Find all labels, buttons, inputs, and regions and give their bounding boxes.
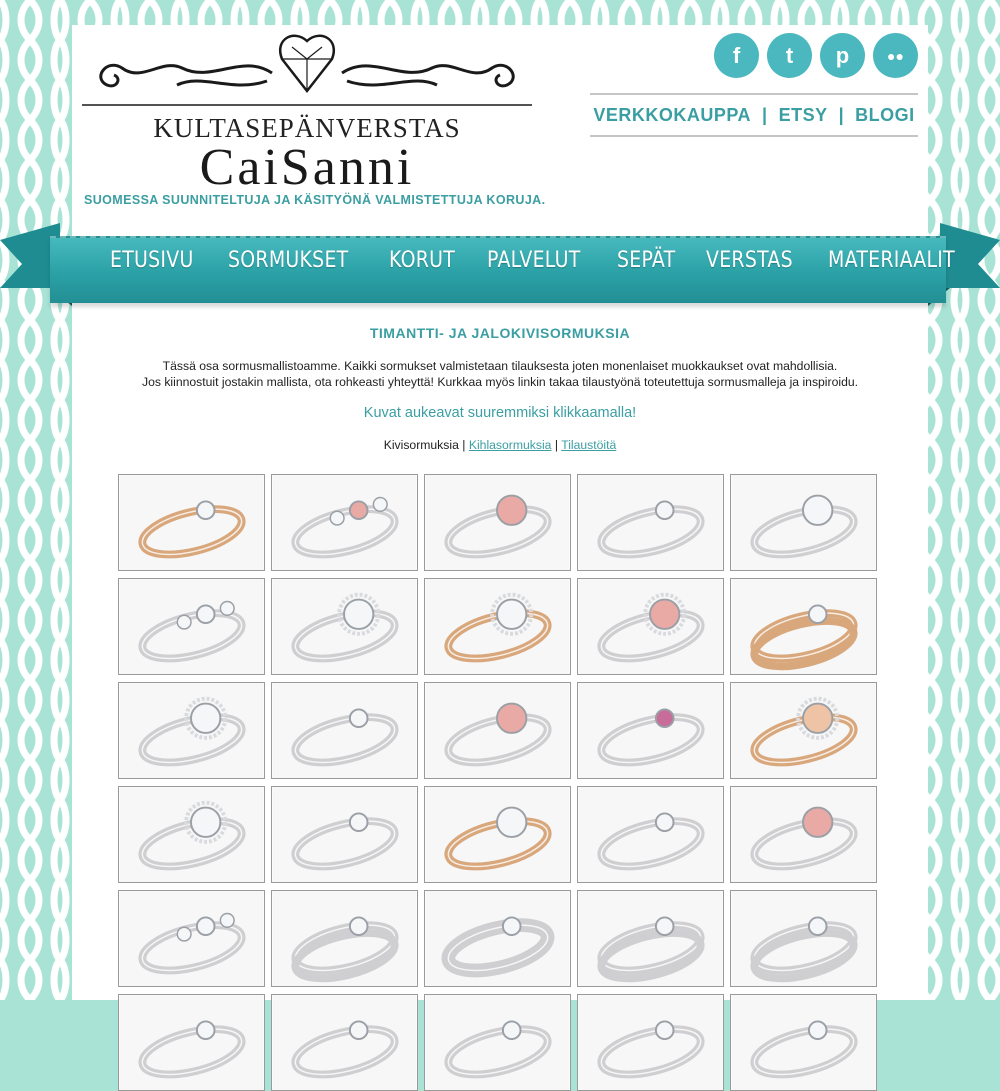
ring-thumbnail[interactable]	[118, 890, 265, 987]
ring-image	[272, 891, 417, 986]
ring-gallery	[118, 474, 883, 1091]
ring-thumbnail[interactable]	[577, 682, 724, 779]
facebook-icon[interactable]: f	[714, 33, 759, 78]
nav-korut[interactable]: KORUT	[389, 248, 455, 273]
page-title: TIMANTTI- JA JALOKIVISORMUKSIA	[369, 325, 631, 341]
ring-thumbnail[interactable]	[577, 578, 724, 675]
click-hint: Kuvat aukeavat suuremmiksi klikkaamalla!	[363, 405, 637, 421]
ring-thumbnail[interactable]	[424, 994, 571, 1091]
ring-image	[578, 579, 723, 674]
ring-thumbnail[interactable]	[118, 786, 265, 883]
pinterest-icon[interactable]: p	[820, 33, 865, 78]
shop-link[interactable]: VERKKOKAUPPA	[593, 105, 751, 126]
blog-link[interactable]: BLOGI	[855, 105, 915, 126]
ring-image	[425, 787, 570, 882]
ring-image	[731, 995, 876, 1090]
filter-engagement-link[interactable]: Kihlasormuksia	[469, 438, 552, 452]
ring-thumbnail[interactable]	[730, 474, 877, 571]
nav-sepat[interactable]: SEPÄT	[617, 248, 675, 273]
ring-thumbnail[interactable]	[271, 474, 418, 571]
ring-image	[425, 995, 570, 1090]
ring-image	[731, 683, 876, 778]
ring-thumbnail[interactable]	[730, 682, 877, 779]
ring-thumbnail[interactable]	[730, 994, 877, 1091]
ring-thumbnail[interactable]	[577, 994, 724, 1091]
ring-thumbnail[interactable]	[577, 474, 724, 571]
nav-verstas[interactable]: VERSTAS	[706, 248, 793, 273]
ring-image	[731, 891, 876, 986]
ring-thumbnail[interactable]	[424, 682, 571, 779]
ring-thumbnail[interactable]	[424, 786, 571, 883]
social-links: f t p ●●	[714, 33, 918, 78]
ring-image	[731, 579, 876, 674]
ring-image	[119, 995, 264, 1090]
main-nav: ETUSIVU SORMUKSET KORUT PALVELUT SEPÄT V…	[110, 248, 997, 273]
ring-image	[578, 787, 723, 882]
ring-image	[425, 475, 570, 570]
ring-thumbnail[interactable]	[271, 682, 418, 779]
separator: |	[462, 438, 466, 452]
separator: |	[554, 438, 559, 452]
ring-thumbnail[interactable]	[271, 578, 418, 675]
ring-thumbnail[interactable]	[424, 890, 571, 987]
ring-image	[425, 683, 570, 778]
ring-image	[272, 579, 417, 674]
ring-image	[272, 787, 417, 882]
ring-thumbnail[interactable]	[271, 890, 418, 987]
nav-etusivu[interactable]: ETUSIVU	[110, 248, 194, 273]
ring-thumbnail[interactable]	[271, 994, 418, 1091]
twitter-icon[interactable]: t	[767, 33, 812, 78]
intro-line: Jos kiinnostuit jostakin mallista, ota r…	[141, 375, 859, 389]
etsy-link[interactable]: ETSY	[779, 105, 828, 126]
nav-palvelut[interactable]: PALVELUT	[487, 248, 581, 273]
top-links: VERKKOKAUPPA | ETSY | BLOGI	[590, 93, 918, 137]
ring-image	[425, 891, 570, 986]
ring-thumbnail[interactable]	[118, 682, 265, 779]
ring-image	[119, 579, 264, 674]
nav-ribbon: ETUSIVU SORMUKSET KORUT PALVELUT SEPÄT V…	[0, 218, 1000, 308]
ring-image	[119, 683, 264, 778]
ring-image	[731, 475, 876, 570]
ring-image	[119, 891, 264, 986]
ring-thumbnail[interactable]	[118, 994, 265, 1091]
ring-image	[731, 787, 876, 882]
ring-thumbnail[interactable]	[730, 786, 877, 883]
ring-thumbnail[interactable]	[118, 578, 265, 675]
nav-sormukset[interactable]: SORMUKSET	[228, 248, 348, 273]
ring-thumbnail[interactable]	[424, 474, 571, 571]
ornament-heart-icon	[82, 34, 532, 106]
separator: |	[838, 104, 845, 125]
intro-text: Tässä osa sormusmallistoamme. Kaikki sor…	[72, 358, 928, 390]
ring-thumbnail[interactable]	[118, 474, 265, 571]
ring-thumbnail[interactable]	[730, 578, 877, 675]
site-logo[interactable]: KULTASEPÄNVERSTAS CaiSanni	[82, 33, 532, 196]
ring-image	[119, 787, 264, 882]
ring-image	[272, 683, 417, 778]
ring-image	[578, 891, 723, 986]
ring-thumbnail[interactable]	[271, 786, 418, 883]
tagline: SUOMESSA SUUNNITELTUJA JA KÄSITYÖNÄ VALM…	[84, 193, 546, 207]
ring-image	[425, 579, 570, 674]
filter-custom-link[interactable]: Tilaustöitä	[561, 438, 616, 452]
separator: |	[762, 104, 768, 125]
ring-image	[272, 995, 417, 1090]
ring-image	[578, 995, 723, 1090]
category-filters: Kivisormuksia | Kihlasormuksia | Tilaust…	[72, 438, 928, 452]
intro-line: Tässä osa sormusmallistoamme. Kaikki sor…	[162, 359, 838, 373]
flickr-icon[interactable]: ●●	[873, 33, 918, 78]
ring-thumbnail[interactable]	[424, 578, 571, 675]
ring-image	[272, 475, 417, 570]
ring-image	[119, 475, 264, 570]
nav-materiaalit[interactable]: MATERIAALIT	[828, 248, 955, 273]
logo-title: CaiSanni	[199, 139, 415, 196]
ring-thumbnail[interactable]	[577, 786, 724, 883]
ring-image	[578, 683, 723, 778]
filter-current: Kivisormuksia	[383, 438, 459, 452]
ring-thumbnail[interactable]	[577, 890, 724, 987]
ring-image	[578, 475, 723, 570]
ring-thumbnail[interactable]	[730, 890, 877, 987]
